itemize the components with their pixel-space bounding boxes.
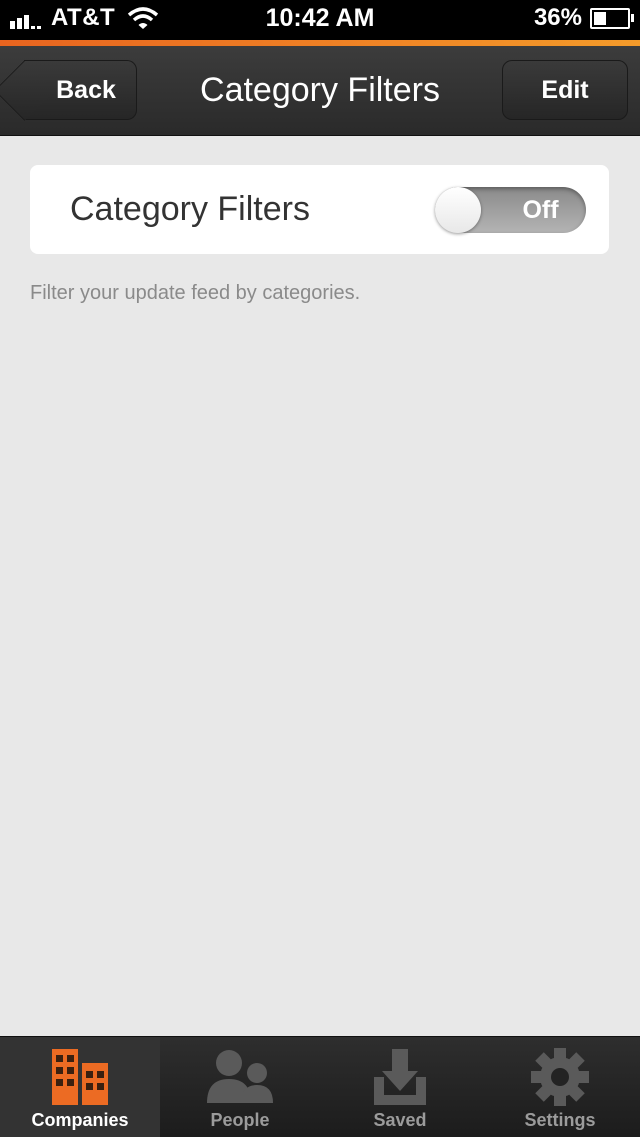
download-tray-icon bbox=[320, 1047, 480, 1109]
tab-label: Saved bbox=[373, 1110, 427, 1130]
tab-bar: Companies People Saved Settings bbox=[0, 1036, 640, 1137]
page-title: Category Filters bbox=[200, 71, 440, 109]
toggle-knob[interactable] bbox=[435, 187, 481, 233]
people-icon bbox=[160, 1047, 320, 1109]
status-right: 36% bbox=[533, 4, 634, 32]
tab-companies[interactable]: Companies bbox=[0, 1037, 160, 1137]
battery-icon bbox=[590, 7, 634, 29]
battery-percent: 36% bbox=[533, 4, 582, 31]
buildings-icon bbox=[0, 1047, 160, 1109]
edit-button[interactable]: Edit bbox=[502, 60, 628, 120]
back-button[interactable]: Back bbox=[24, 60, 137, 120]
toggle-state-label: Off bbox=[522, 195, 559, 224]
helper-text: Filter your update feed by categories. bbox=[30, 282, 361, 304]
battery-level-fill bbox=[594, 11, 606, 25]
tab-saved[interactable]: Saved bbox=[320, 1037, 480, 1137]
tab-label: Companies bbox=[31, 1110, 129, 1130]
tab-label: Settings bbox=[524, 1110, 596, 1130]
tab-settings[interactable]: Settings bbox=[480, 1037, 640, 1137]
gear-icon bbox=[480, 1047, 640, 1109]
category-filters-toggle[interactable]: Off bbox=[435, 187, 586, 233]
tab-label: People bbox=[210, 1110, 270, 1130]
status-bar: AT&T 10:42 AM 36% bbox=[0, 0, 640, 40]
category-filters-row: Category Filters Off bbox=[30, 165, 609, 254]
tab-people[interactable]: People bbox=[160, 1037, 320, 1137]
back-button-label: Back bbox=[56, 75, 116, 104]
navigation-bar: Back Category Filters Edit bbox=[0, 46, 640, 136]
category-filters-label: Category Filters bbox=[70, 190, 310, 228]
